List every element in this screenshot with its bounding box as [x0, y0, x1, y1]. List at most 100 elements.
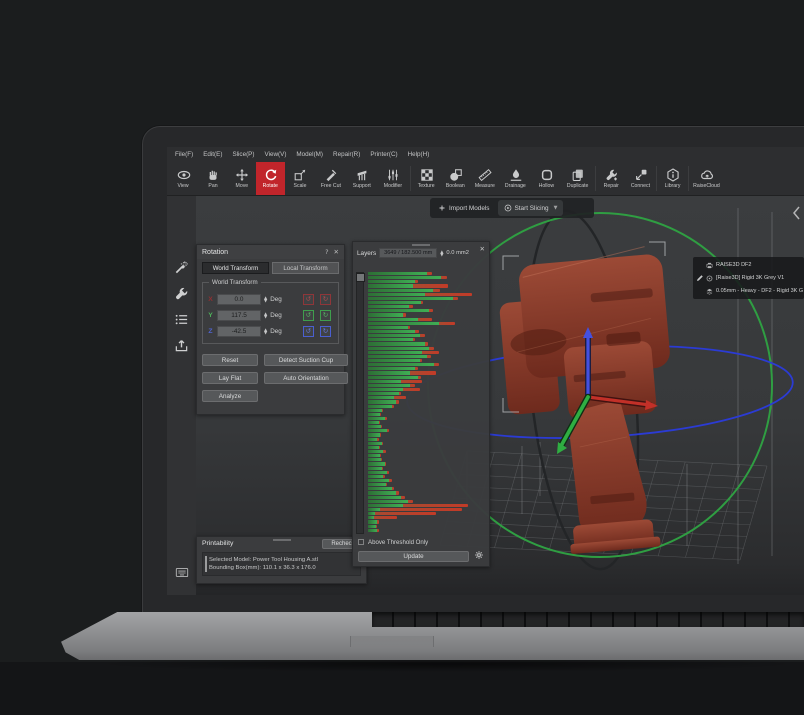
menu-item-edite[interactable]: Edit(E)	[203, 151, 222, 158]
tab-local-transform[interactable]: Local Transform	[272, 262, 339, 274]
dock-auto-tools[interactable]	[167, 254, 196, 280]
gear-icon[interactable]	[474, 550, 484, 562]
axis-x-unit: Deg	[270, 296, 300, 303]
histogram-bar	[368, 483, 486, 486]
lay-flat-button[interactable]: Lay Flat	[202, 372, 258, 384]
layer-range-spinner[interactable]: ▲▼	[440, 250, 443, 257]
axis-z-input[interactable]: -42.5	[217, 326, 261, 337]
modifier-icon	[386, 168, 400, 182]
toolbar-boolean[interactable]: Boolean	[441, 162, 470, 195]
list-icon	[174, 312, 189, 327]
toolbar-duplicate[interactable]: Duplicate	[561, 162, 594, 195]
toolbar-repair[interactable]: Repair	[597, 162, 626, 195]
toolbar-hollow[interactable]: Hollow	[532, 162, 561, 195]
histogram-bar	[368, 355, 486, 358]
printability-title: Printability	[202, 540, 233, 547]
toolbar-modifier[interactable]: Modifier	[376, 162, 409, 195]
printer-icon	[706, 262, 713, 269]
axis-x-spinner[interactable]: ▲▼	[264, 296, 267, 303]
toolbar-label: RaiseCloud	[693, 183, 720, 189]
axis-y-label: Y	[207, 312, 214, 319]
layer-range-input[interactable]: 3649 / 182.500 mm	[379, 248, 437, 258]
close-icon[interactable]: ✕	[334, 248, 339, 256]
axis-z-spinner[interactable]: ▲▼	[264, 328, 267, 335]
histogram-bar	[368, 284, 486, 287]
dock-settings[interactable]	[167, 280, 196, 306]
toolbar-texture[interactable]: Texture	[412, 162, 441, 195]
toolbar-label: Hollow	[539, 183, 554, 189]
histogram-bar	[368, 425, 486, 428]
group-label: World Transform	[209, 279, 261, 286]
rotation-panel-header[interactable]: Rotation ? ✕	[197, 245, 344, 259]
rotate-x-cw-button[interactable]: ↻	[320, 294, 331, 305]
move-icon	[235, 168, 249, 182]
help-button[interactable]: ?	[325, 248, 328, 256]
analyze-button[interactable]: Analyze	[202, 390, 258, 402]
axis-x-input[interactable]: 0.0	[217, 294, 261, 305]
tab-world-transform[interactable]: World Transform	[202, 262, 269, 274]
menu-item-helph[interactable]: Help(H)	[408, 151, 430, 158]
toolbar-free-cut[interactable]: Free Cut	[314, 162, 347, 195]
rotate-y-ccw-button[interactable]: ↺	[303, 310, 314, 321]
close-icon[interactable]: ✕	[480, 245, 485, 253]
axis-y-spinner[interactable]: ▲▼	[264, 312, 267, 319]
above-threshold-checkbox[interactable]	[358, 539, 364, 545]
edit-pencil-icon[interactable]	[693, 274, 706, 282]
menu-item-modelm[interactable]: Model(M)	[296, 151, 323, 158]
model-3d[interactable]	[496, 246, 687, 558]
console-icon[interactable]	[172, 564, 192, 580]
histogram-bar	[368, 363, 486, 366]
toolbar-raisecloud[interactable]: RaiseCloud	[690, 162, 723, 195]
axis-y-input[interactable]: 117.5	[217, 310, 261, 321]
rotation-panel-title: Rotation	[202, 249, 228, 256]
toolbar-view[interactable]: View	[169, 162, 198, 195]
axis-row-y: Y 117.5 ▲▼ Deg ↺ ↻	[207, 307, 334, 323]
panel-collapse-chevron[interactable]	[792, 205, 801, 226]
toolbar-scale[interactable]: Scale	[285, 162, 314, 195]
printer-name: RAISE3D DF2	[716, 262, 751, 268]
import-models-button[interactable]: Import Models	[430, 198, 498, 218]
menu-item-viewv[interactable]: View(V)	[264, 151, 286, 158]
detect-suction-cup-button[interactable]: Detect Suction Cup	[264, 354, 348, 366]
toolbar-measure[interactable]: Measure	[470, 162, 499, 195]
toolbar-move[interactable]: Move	[227, 162, 256, 195]
rotate-z-cw-button[interactable]: ↻	[320, 326, 331, 337]
menu-item-slicep[interactable]: Slice(P)	[232, 151, 254, 158]
auto-orientation-button[interactable]: Auto Orientation	[264, 372, 348, 384]
rotate-z-ccw-button[interactable]: ↺	[303, 326, 314, 337]
toolbar-library[interactable]: Library	[658, 162, 687, 195]
toolbar-support[interactable]: Support	[347, 162, 376, 195]
histogram-bar	[368, 405, 486, 408]
dock-export[interactable]	[167, 332, 196, 358]
toolbar-pan[interactable]: Pan	[198, 162, 227, 195]
printer-info-overlay[interactable]: RAISE3D DF2 [Raise3D] Rigid 3K Grey V1 0…	[693, 257, 804, 299]
menu-item-filef[interactable]: File(F)	[175, 151, 193, 158]
toolbar-separator	[410, 166, 411, 191]
histogram-bar	[368, 322, 486, 325]
chevron-down-icon[interactable]: ▼	[554, 205, 558, 211]
histogram-bar	[368, 458, 486, 461]
reset-button[interactable]: Reset	[202, 354, 258, 366]
histogram-bar	[368, 516, 486, 519]
toolbar-connect[interactable]: Connect	[626, 162, 655, 195]
toolbar-rotate[interactable]: Rotate	[256, 162, 285, 195]
layer-range-slider[interactable]	[356, 272, 364, 534]
wrench-icon	[174, 286, 189, 301]
dock-model-list[interactable]	[167, 306, 196, 332]
template-name: 0.05mm - Heavy - DF2 - Rigid 3K G	[716, 288, 803, 294]
menu-item-repairr[interactable]: Repair(R)	[333, 151, 360, 158]
layers-title: Layers	[357, 250, 376, 257]
layer-area-histogram	[368, 272, 486, 534]
update-button[interactable]: Update	[358, 551, 469, 562]
hand-icon	[206, 168, 220, 182]
rotate-x-ccw-button[interactable]: ↺	[303, 294, 314, 305]
start-slicing-button[interactable]: Start Slicing ▼	[498, 200, 564, 216]
histogram-bar	[368, 487, 486, 490]
histogram-bar	[368, 380, 486, 383]
menu-item-printerc[interactable]: Printer(C)	[370, 151, 397, 158]
rotate-y-cw-button[interactable]: ↻	[320, 310, 331, 321]
slider-handle[interactable]	[356, 273, 365, 282]
toolbar-drainage[interactable]: Drainage	[499, 162, 532, 195]
import-models-label: Import Models	[449, 205, 490, 212]
plus-icon	[438, 204, 446, 212]
